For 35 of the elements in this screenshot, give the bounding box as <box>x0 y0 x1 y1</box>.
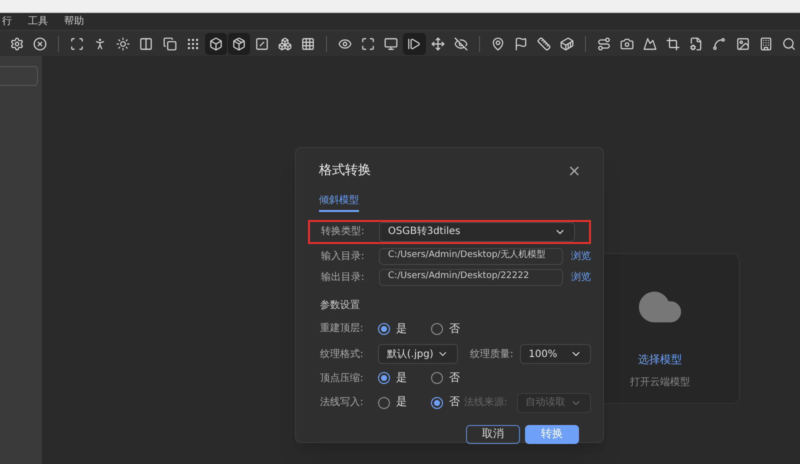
radio-option[interactable]: 否 <box>431 320 460 337</box>
browse-link[interactable]: 浏览 <box>571 270 591 284</box>
menu-item[interactable]: 帮助 <box>64 14 84 29</box>
radio-option[interactable]: 否 <box>431 370 460 386</box>
radio-option[interactable]: 是 <box>378 370 407 386</box>
dropdown[interactable]: 100% <box>520 344 591 364</box>
dropdown[interactable]: 默认(.jpg) <box>378 344 458 364</box>
field-label: 输入目录: <box>321 250 366 264</box>
radio-option[interactable]: 是 <box>378 394 407 411</box>
field-label: 重建顶层: <box>320 322 364 336</box>
path-field[interactable]: C:/Users/Admin/Desktop/22222 <box>379 268 563 286</box>
package-icon[interactable] <box>228 32 250 54</box>
field-label: 纹理格式: <box>320 348 364 362</box>
field-label: 顶点压缩: <box>320 372 364 386</box>
radio-option[interactable]: 否 <box>431 394 460 411</box>
dialog-title: 格式转换 <box>319 162 371 180</box>
menu-item[interactable]: 工具 <box>28 14 48 29</box>
field-label: 纹理质量: <box>470 348 514 362</box>
radio-option[interactable]: 是 <box>378 320 407 337</box>
dropdown[interactable]: OSGB转3dtiles <box>379 222 575 242</box>
tab[interactable]: 倾斜模型 <box>319 192 359 212</box>
select-model-link[interactable]: 选择模型 <box>638 352 682 368</box>
field-label: 转换类型: <box>321 224 366 239</box>
path-field[interactable]: C:/Users/Admin/Desktop/无人机模型 <box>379 248 563 264</box>
cancel-button[interactable]: 取消 <box>466 424 520 444</box>
cube-icon[interactable] <box>204 32 227 54</box>
browse-link[interactable]: 浏览 <box>571 248 591 264</box>
section-title: 参数设置 <box>319 298 361 312</box>
step-forward-icon[interactable] <box>403 32 426 54</box>
search-field[interactable] <box>0 66 38 86</box>
field-label: 输出目录: <box>321 270 366 284</box>
field-label: 法线写入: <box>320 396 364 410</box>
card-hint: 打开云端模型 <box>630 376 690 390</box>
close-button[interactable]: × <box>568 162 581 179</box>
menu-item[interactable]: 行 <box>2 14 12 29</box>
